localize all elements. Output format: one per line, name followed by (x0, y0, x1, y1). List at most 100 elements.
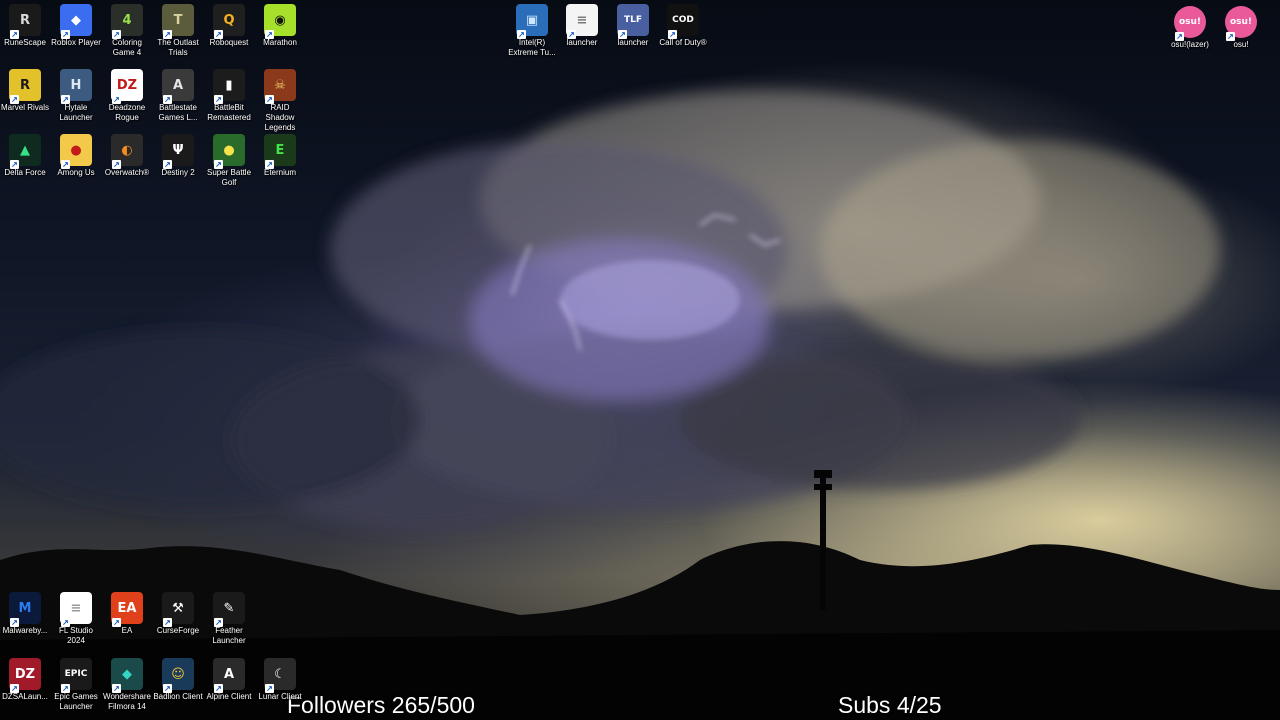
shortcut-label: CurseForge (156, 626, 200, 635)
shortcut-arrow-icon: ↗ (10, 684, 19, 693)
desktop-shortcut[interactable]: ◉ ↗ Marathon (255, 0, 305, 48)
desktop-shortcut[interactable]: DZ ↗ DZSALaun... (0, 654, 50, 702)
shortcut-arrow-icon: ↗ (265, 160, 274, 169)
shortcut-arrow-icon: ↗ (214, 160, 223, 169)
desktop-shortcut[interactable]: ☾ ↗ Lunar Client (255, 654, 305, 702)
shortcut-label: RuneScape (4, 38, 46, 47)
shortcut-label: DZSALaun... (2, 692, 48, 701)
desktop-shortcut[interactable]: H ↗ Hytale Launcher (51, 65, 101, 123)
shortcut-arrow-icon: ↗ (163, 618, 172, 627)
desktop-shortcut[interactable]: E ↗ Eternium (255, 130, 305, 178)
shortcut-label: Super Battle Golf (206, 168, 252, 187)
shortcut-arrow-icon: ↗ (112, 95, 121, 104)
desktop-shortcut[interactable]: ● ↗ Super Battle Golf (204, 130, 254, 188)
desktop-shortcut[interactable]: ☺ ↗ Badlion Client (153, 654, 203, 702)
shortcut-arrow-icon: ↗ (618, 30, 627, 39)
desktop-shortcut[interactable]: ◆ ↗ Roblox Player (51, 0, 101, 48)
desktop-shortcut[interactable]: ☠ ↗ RAID Shadow Legends (255, 65, 305, 133)
shortcut-arrow-icon: ↗ (214, 30, 223, 39)
shortcut-arrow-icon: ↗ (265, 30, 274, 39)
subs-counter: Subs 4/25 (838, 692, 942, 718)
shortcut-arrow-icon: ↗ (10, 30, 19, 39)
shortcut-arrow-icon: ↗ (10, 160, 19, 169)
desktop-shortcut[interactable]: Q ↗ Roboquest (204, 0, 254, 48)
shortcut-arrow-icon: ↗ (214, 618, 223, 627)
desktop-shortcut[interactable]: A ↗ Alpine Client (204, 654, 254, 702)
shortcut-arrow-icon: ↗ (1226, 32, 1235, 41)
shortcut-arrow-icon: ↗ (163, 160, 172, 169)
desktop-shortcut[interactable]: osu! ↗ osu! (1216, 2, 1266, 50)
shortcut-arrow-icon: ↗ (61, 618, 70, 627)
desktop-shortcut[interactable]: T ↗ The Outlast Trials (153, 0, 203, 58)
desktop-shortcut[interactable]: ✎ ↗ Feather Launcher (204, 588, 254, 646)
shortcut-label: Destiny 2 (161, 168, 195, 177)
desktop-shortcut[interactable]: ⚒ ↗ CurseForge (153, 588, 203, 636)
shortcut-label: Feather Launcher (212, 626, 246, 645)
shortcut-label: BattleBit Remastered (207, 103, 251, 122)
shortcut-label: Marathon (263, 38, 297, 47)
shortcut-label: Overwatch® (104, 168, 150, 177)
shortcut-label: Malwareby... (2, 626, 48, 635)
desktop-shortcut[interactable]: ≡ ↗ FL Studio 2024 (51, 588, 101, 646)
desktop-shortcut[interactable]: EA ↗ EA (102, 588, 152, 636)
shortcut-arrow-icon: ↗ (265, 684, 274, 693)
shortcut-arrow-icon: ↗ (61, 95, 70, 104)
desktop-shortcut[interactable]: R ↗ RuneScape (0, 0, 50, 48)
shortcut-label: launcher (617, 38, 649, 47)
desktop-shortcut[interactable]: osu! ↗ osu!(lazer) (1165, 2, 1215, 50)
shortcut-label: EA (121, 626, 133, 635)
desktop-shortcut[interactable]: ◐ ↗ Overwatch® (102, 130, 152, 178)
followers-counter: Followers 265/500 (287, 692, 475, 718)
shortcut-label: Marvel Rivals (0, 103, 49, 112)
shortcut-arrow-icon: ↗ (10, 618, 19, 627)
shortcut-label: Battlestate Games L... (158, 103, 198, 122)
shortcut-label: Delta Force (4, 168, 46, 177)
shortcut-label: Roblox Player (51, 38, 101, 47)
shortcut-label: Roboquest (209, 38, 249, 47)
shortcut-label: Lunar Client (258, 692, 302, 701)
shortcut-arrow-icon: ↗ (517, 30, 526, 39)
shortcut-label: Deadzone Rogue (108, 103, 146, 122)
desktop[interactable]: Followers 265/500 Subs 4/25 R ↗ RuneScape ◆… (0, 0, 1280, 720)
shortcut-label: The Outlast Trials (157, 38, 199, 57)
shortcut-arrow-icon: ↗ (61, 160, 70, 169)
shortcut-arrow-icon: ↗ (668, 30, 677, 39)
shortcut-label: Hytale Launcher (59, 103, 93, 122)
shortcut-arrow-icon: ↗ (163, 684, 172, 693)
desktop-shortcut[interactable]: TLF ↗ launcher (608, 0, 658, 48)
shortcut-label: RAID Shadow Legends (264, 103, 296, 132)
desktop-shortcut[interactable]: 4 ↗ Coloring Game 4 (102, 0, 152, 58)
shortcut-label: Coloring Game 4 (112, 38, 142, 57)
shortcut-label: Eternium (263, 168, 296, 177)
shortcut-label: FL Studio 2024 (59, 626, 93, 645)
shortcut-label: Call of Duty® (659, 38, 707, 47)
desktop-shortcut[interactable]: Ψ ↗ Destiny 2 (153, 130, 203, 178)
shortcut-label: Intel(R) Extreme Tu... (508, 38, 556, 57)
shortcut-label: osu! (1233, 40, 1249, 49)
desktop-shortcut[interactable]: ● ↗ Among Us (51, 130, 101, 178)
desktop-shortcut[interactable]: R ↗ Marvel Rivals (0, 65, 50, 113)
desktop-shortcut[interactable]: DZ ↗ Deadzone Rogue (102, 65, 152, 123)
desktop-shortcut[interactable]: COD ↗ Call of Duty® (658, 0, 708, 48)
shortcut-arrow-icon: ↗ (163, 30, 172, 39)
shortcut-label: Among Us (57, 168, 95, 177)
shortcut-arrow-icon: ↗ (163, 95, 172, 104)
shortcut-arrow-icon: ↗ (112, 160, 121, 169)
desktop-shortcut[interactable]: A ↗ Battlestate Games L... (153, 65, 203, 123)
shortcut-arrow-icon: ↗ (214, 95, 223, 104)
desktop-shortcut[interactable]: M ↗ Malwareby... (0, 588, 50, 636)
shortcut-arrow-icon: ↗ (112, 618, 121, 627)
shortcut-arrow-icon: ↗ (112, 684, 121, 693)
shortcut-arrow-icon: ↗ (61, 684, 70, 693)
shortcut-arrow-icon: ↗ (112, 30, 121, 39)
desktop-shortcut[interactable]: ▣ ↗ Intel(R) Extreme Tu... (507, 0, 557, 58)
shortcut-arrow-icon: ↗ (10, 95, 19, 104)
desktop-shortcut[interactable]: ≡ ↗ launcher (557, 0, 607, 48)
shortcut-arrow-icon: ↗ (214, 684, 223, 693)
desktop-shortcut[interactable]: ▲ ↗ Delta Force (0, 130, 50, 178)
shortcut-label: osu!(lazer) (1171, 40, 1209, 49)
desktop-shortcut[interactable]: ▮ ↗ BattleBit Remastered (204, 65, 254, 123)
shortcut-label: Epic Games Launcher (54, 692, 98, 711)
desktop-shortcut[interactable]: EPIC ↗ Epic Games Launcher (51, 654, 101, 712)
desktop-shortcut[interactable]: ◆ ↗ Wondershare Filmora 14 (102, 654, 152, 712)
